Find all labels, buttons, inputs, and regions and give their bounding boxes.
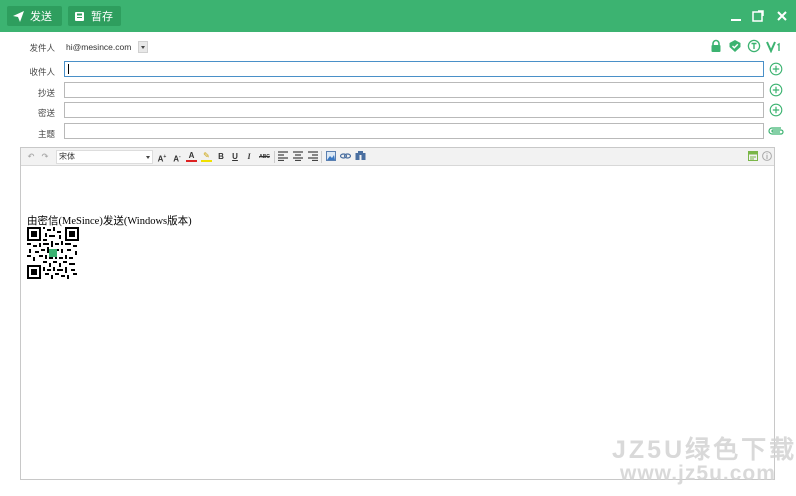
shield-check-icon bbox=[729, 40, 741, 52]
font-family-value: 宋体 bbox=[59, 152, 75, 161]
close-icon bbox=[777, 11, 787, 21]
underline-icon[interactable]: U bbox=[230, 151, 240, 163]
add-contact-icon bbox=[769, 83, 783, 97]
add-contact-icon bbox=[769, 103, 783, 117]
v1-icon bbox=[766, 41, 780, 54]
send-button[interactable]: 发送 bbox=[7, 6, 62, 26]
add-cc-button[interactable] bbox=[769, 83, 783, 97]
encrypt-toggle[interactable] bbox=[709, 39, 723, 53]
align-left-icon[interactable] bbox=[277, 151, 288, 163]
add-bcc-button[interactable] bbox=[769, 103, 783, 117]
align-center-icon[interactable] bbox=[292, 151, 303, 163]
cc-label: 抄送 bbox=[37, 88, 55, 98]
sender-address[interactable]: hi@mesince.com bbox=[66, 42, 131, 52]
sender-label: 发件人 bbox=[29, 43, 55, 53]
timed-send-toggle[interactable] bbox=[747, 39, 761, 53]
draft-label: 暂存 bbox=[91, 11, 113, 23]
template-icon[interactable] bbox=[747, 151, 758, 163]
bcc-label: 密送 bbox=[37, 108, 55, 118]
qr-code-image bbox=[27, 227, 79, 279]
italic-icon[interactable]: I bbox=[244, 151, 254, 163]
subject-field[interactable] bbox=[64, 123, 764, 139]
insert-link-icon[interactable] bbox=[339, 151, 351, 163]
close-button[interactable] bbox=[775, 9, 789, 23]
attachment-icon bbox=[768, 127, 784, 135]
text-caret bbox=[68, 64, 69, 74]
align-right-icon[interactable] bbox=[307, 151, 318, 163]
font-color-icon[interactable]: A bbox=[186, 151, 197, 162]
save-draft-button[interactable]: 暂存 bbox=[68, 6, 121, 26]
toolbar-separator bbox=[321, 151, 322, 163]
maximize-button[interactable] bbox=[751, 9, 765, 23]
cc-field[interactable] bbox=[64, 82, 764, 98]
find-replace-icon[interactable] bbox=[354, 151, 366, 163]
bcc-field[interactable] bbox=[64, 102, 764, 118]
undo-icon[interactable]: ↶ bbox=[26, 151, 36, 163]
add-contact-icon bbox=[769, 62, 783, 76]
timer-icon bbox=[747, 39, 761, 53]
toolbar-separator bbox=[274, 151, 275, 163]
font-size-increase-icon[interactable]: A+ bbox=[156, 151, 168, 164]
compose-header: 发送 暂存 bbox=[0, 0, 796, 32]
to-field[interactable] bbox=[64, 61, 764, 77]
font-family-select[interactable]: 宋体 bbox=[56, 150, 153, 164]
minimize-button[interactable] bbox=[729, 9, 743, 23]
watermark-title: JZ5U绿色下载 bbox=[612, 436, 796, 464]
attachment-button[interactable] bbox=[767, 124, 785, 138]
sender-dropdown[interactable] bbox=[138, 41, 148, 53]
highlight-icon[interactable]: ✎ bbox=[201, 151, 212, 162]
to-label: 收件人 bbox=[29, 67, 55, 77]
insert-image-icon[interactable] bbox=[325, 151, 336, 163]
send-label: 发送 bbox=[30, 11, 52, 23]
minimize-icon bbox=[731, 19, 741, 21]
lock-icon bbox=[711, 39, 721, 52]
info-icon[interactable] bbox=[761, 151, 772, 163]
subject-label: 主题 bbox=[37, 129, 55, 139]
watermark-url: www.jz5u.com bbox=[620, 462, 776, 485]
add-to-button[interactable] bbox=[769, 62, 783, 76]
bold-icon[interactable]: B bbox=[216, 151, 226, 163]
signature-text: 由密信(MeSince)发送(Windows版本) bbox=[27, 216, 192, 227]
strikethrough-icon[interactable]: ABC bbox=[258, 151, 271, 163]
verify-toggle[interactable] bbox=[728, 39, 742, 53]
font-size-decrease-icon[interactable]: A- bbox=[171, 151, 183, 164]
editor-toolbar: ↶ ↷ 宋体 A+ A- A ✎ B U I ABC bbox=[21, 148, 774, 166]
version-toggle[interactable] bbox=[766, 39, 780, 54]
redo-icon[interactable]: ↷ bbox=[40, 151, 50, 163]
watermark: JZ5U绿色下载 www.jz5u.com bbox=[612, 430, 794, 488]
send-icon bbox=[13, 10, 24, 22]
draft-icon bbox=[75, 11, 84, 21]
maximize-icon bbox=[752, 10, 764, 22]
